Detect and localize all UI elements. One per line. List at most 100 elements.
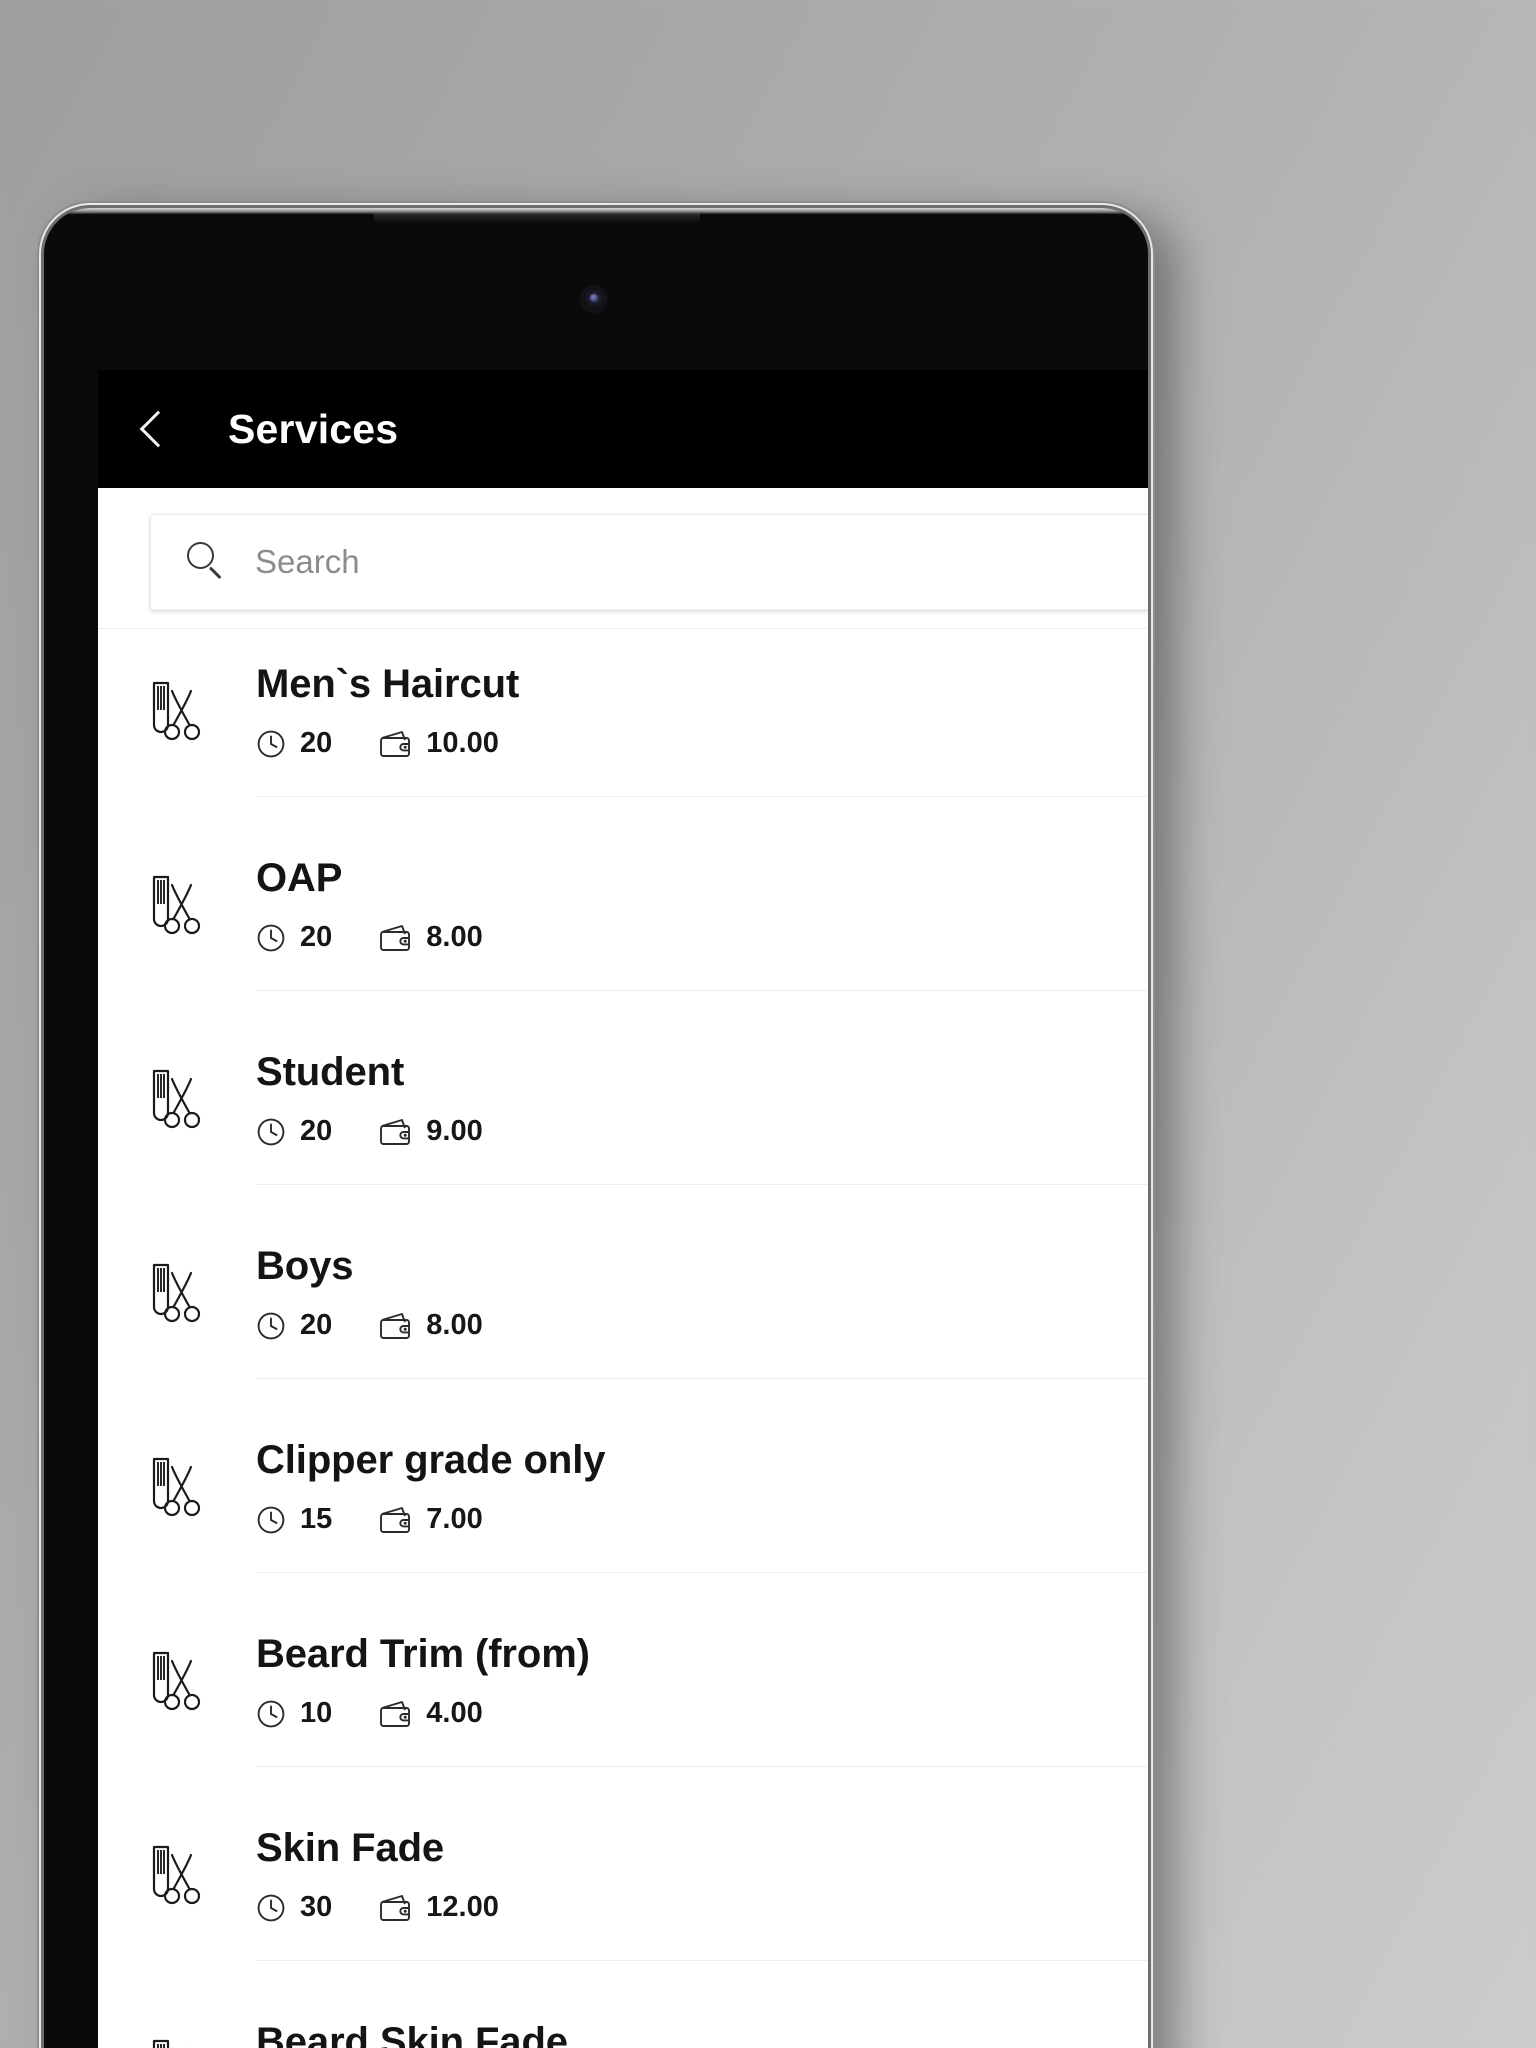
service-row[interactable]: Skin Fade 30 12.00: [98, 1793, 1148, 1987]
service-price-value: 7.00: [426, 1503, 483, 1535]
service-duration: 10: [256, 1697, 332, 1730]
service-icon-cell: [98, 1051, 256, 1135]
clock-icon: [257, 1506, 285, 1533]
service-meta: 30 12.00: [256, 1891, 1148, 1924]
comb-scissors-icon: [152, 1845, 201, 1905]
comb-scissors-icon: [152, 2039, 192, 2048]
service-row[interactable]: Beard Skin Fade: [98, 1987, 1148, 2048]
page-title: Services: [228, 405, 399, 452]
comb-scissors-icon: [152, 1651, 201, 1711]
service-meta: 20 10.00: [256, 727, 1148, 760]
service-name: OAP: [256, 856, 343, 900]
services-list: Men`s Haircut 20 10.00 OAP 20 8.00 Stude…: [98, 629, 1148, 2048]
comb-scissors-icon: [152, 1263, 201, 1323]
service-row-body: Beard Skin Fade: [256, 2021, 1148, 2048]
service-price-value: 4.00: [426, 1697, 483, 1729]
service-icon-cell: [98, 1827, 256, 1911]
service-row[interactable]: Men`s Haircut 20 10.00: [98, 629, 1148, 823]
service-duration: 20: [256, 1115, 332, 1148]
service-duration-value: 10: [300, 1697, 333, 1729]
service-name: Beard Trim (from): [256, 1632, 590, 1676]
service-price-value: 8.00: [426, 1309, 483, 1341]
service-row-body: Skin Fade 30 12.00: [256, 1827, 1148, 1961]
tablet-device-frame: Services Men`s Hai: [44, 208, 1148, 2048]
comb-scissors-icon: [152, 875, 201, 935]
app-screen: Services Men`s Hai: [98, 370, 1148, 2048]
service-row-body: Clipper grade only 15 7.00: [256, 1439, 1148, 1573]
service-row[interactable]: Boys 20 8.00: [98, 1211, 1148, 1405]
front-camera-icon: [583, 288, 605, 310]
service-icon-cell: [98, 1245, 256, 1329]
search-card[interactable]: [150, 514, 1148, 610]
service-price: 8.00: [378, 921, 483, 954]
service-duration-value: 30: [300, 1891, 333, 1923]
service-duration-value: 20: [300, 921, 333, 953]
service-price: 8.00: [378, 1309, 483, 1342]
service-price: 4.00: [378, 1697, 483, 1730]
service-icon-cell: [98, 663, 256, 747]
wallet-icon: [380, 1506, 411, 1533]
service-duration-value: 20: [300, 1115, 333, 1147]
clock-icon: [257, 1894, 285, 1921]
clock-icon: [257, 730, 285, 757]
service-duration-value: 20: [300, 1309, 333, 1341]
service-name: Clipper grade only: [256, 1438, 606, 1482]
clock-icon: [257, 924, 285, 951]
service-price-value: 9.00: [426, 1115, 483, 1147]
search-section: [98, 488, 1148, 628]
service-icon-cell: [98, 857, 256, 941]
comb-scissors-icon: [152, 1457, 201, 1517]
service-name: Student: [256, 1050, 405, 1094]
service-icon-cell: [98, 1633, 256, 1717]
wallet-icon: [380, 1700, 411, 1727]
service-meta: 15 7.00: [256, 1503, 1148, 1536]
service-name: Beard Skin Fade: [256, 2020, 568, 2048]
service-duration: 20: [256, 921, 332, 954]
clock-icon: [257, 1700, 285, 1727]
service-icon-cell: [98, 2021, 256, 2048]
service-duration-value: 15: [300, 1503, 333, 1535]
service-meta: 20 9.00: [256, 1115, 1148, 1148]
clock-icon: [257, 1118, 285, 1145]
service-meta: 10 4.00: [256, 1697, 1148, 1730]
app-bar: Services: [98, 370, 1148, 488]
service-name: Skin Fade: [256, 1826, 445, 1870]
service-meta: 20 8.00: [256, 921, 1148, 954]
service-price: 7.00: [378, 1503, 483, 1536]
wallet-icon: [380, 1894, 411, 1921]
service-row-body: Men`s Haircut 20 10.00: [256, 663, 1148, 797]
service-price: 9.00: [378, 1115, 483, 1148]
chevron-left-icon: [139, 410, 177, 448]
wallet-icon: [380, 1312, 411, 1339]
service-meta: 20 8.00: [256, 1309, 1148, 1342]
service-duration: 15: [256, 1503, 332, 1536]
service-row[interactable]: Clipper grade only 15 7.00: [98, 1405, 1148, 1599]
service-row[interactable]: Student 20 9.00: [98, 1017, 1148, 1211]
service-duration-value: 20: [300, 727, 333, 759]
service-name: Boys: [256, 1244, 354, 1288]
comb-scissors-icon: [152, 681, 201, 741]
search-input[interactable]: [255, 543, 1148, 581]
service-duration: 20: [256, 1309, 332, 1342]
service-row-body: Boys 20 8.00: [256, 1245, 1148, 1379]
service-duration: 20: [256, 727, 332, 760]
service-price-value: 8.00: [426, 921, 483, 953]
service-price: 12.00: [378, 1891, 499, 1924]
service-row[interactable]: Beard Trim (from) 10 4.00: [98, 1599, 1148, 1793]
clock-icon: [257, 1312, 285, 1339]
service-row-body: Student 20 9.00: [256, 1051, 1148, 1185]
service-price: 10.00: [378, 727, 499, 760]
service-price-value: 12.00: [426, 1891, 499, 1923]
comb-scissors-icon: [152, 1069, 201, 1129]
service-duration: 30: [256, 1891, 332, 1924]
back-button[interactable]: [122, 393, 194, 465]
service-price-value: 10.00: [426, 727, 499, 759]
service-row-body: Beard Trim (from) 10 4.00: [256, 1633, 1148, 1767]
service-row-body: OAP 20 8.00: [256, 857, 1148, 991]
search-icon: [185, 541, 227, 583]
service-name: Men`s Haircut: [256, 662, 520, 706]
wallet-icon: [380, 924, 411, 951]
service-icon-cell: [98, 1439, 256, 1523]
speaker-notch: [374, 213, 700, 224]
service-row[interactable]: OAP 20 8.00: [98, 823, 1148, 1017]
